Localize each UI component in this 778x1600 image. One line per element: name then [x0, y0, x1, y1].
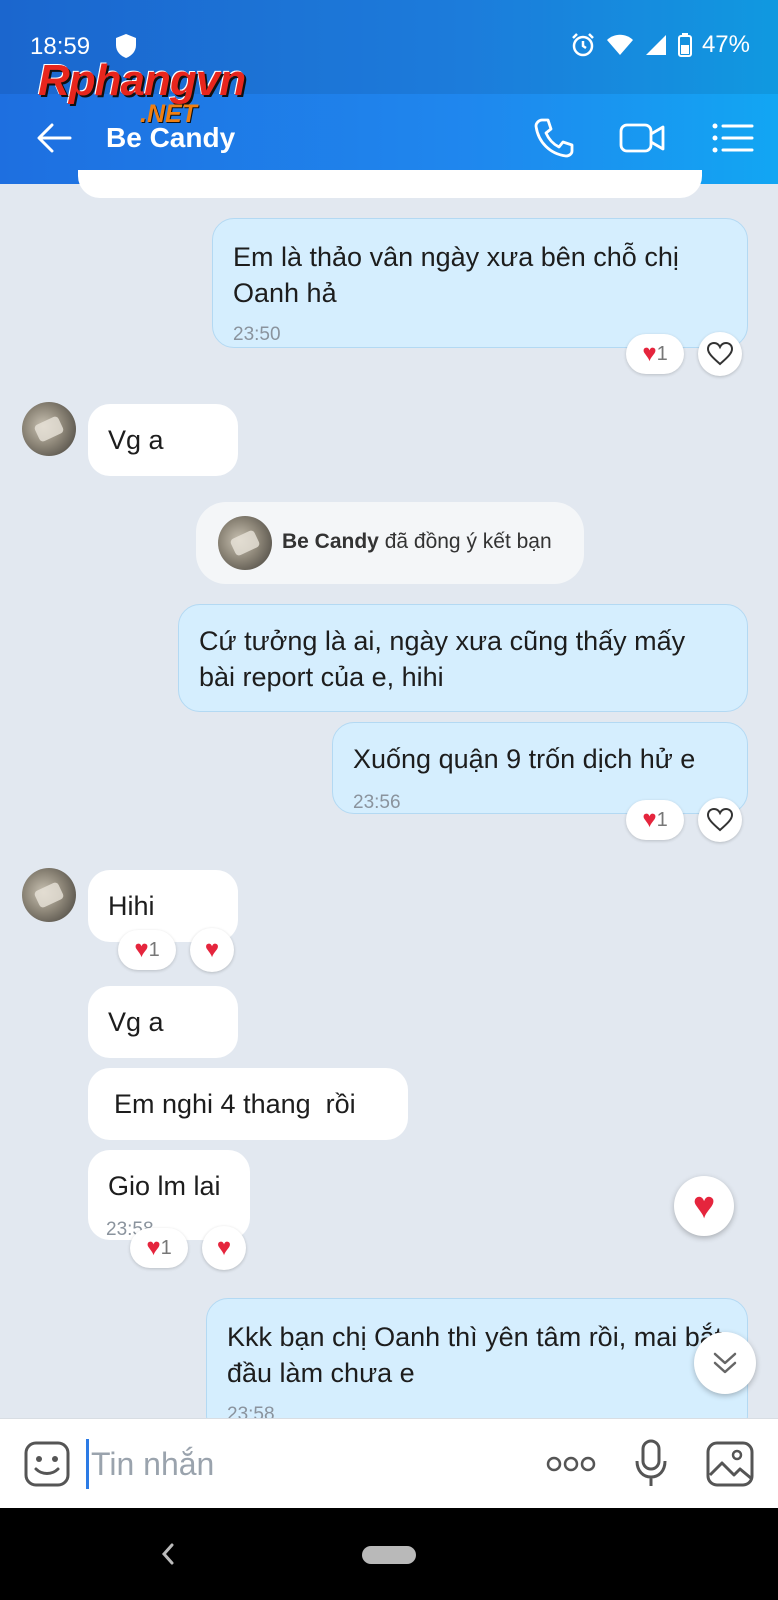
- react-button[interactable]: [698, 332, 742, 376]
- signal-icon: [645, 35, 666, 55]
- reaction-badge[interactable]: ♥ 1: [626, 800, 684, 840]
- more-options-icon[interactable]: [546, 1453, 596, 1475]
- contact-avatar[interactable]: [22, 402, 76, 456]
- heart-icon: ♥: [204, 936, 220, 963]
- image-gallery-icon[interactable]: [706, 1441, 754, 1487]
- message-text: Gio lm lai: [108, 1171, 221, 1201]
- system-navigation-bar: [0, 1508, 778, 1600]
- message-time: 23:56: [353, 792, 401, 813]
- reaction-badge[interactable]: ♥ 1: [626, 334, 684, 374]
- home-pill[interactable]: [362, 1546, 416, 1564]
- message-text: Vg a: [108, 425, 164, 455]
- message-text: Em là thảo vân ngày xưa bên chỗ chị Oanh…: [233, 242, 679, 308]
- scroll-to-bottom-button[interactable]: [694, 1332, 756, 1394]
- chat-title[interactable]: Be Candy: [106, 122, 235, 154]
- top-bar: 18:59 47% Rphangvn .NET Be Candy: [0, 0, 778, 184]
- message-bubble-received[interactable]: Vg a: [88, 986, 238, 1058]
- react-button[interactable]: ♥: [190, 928, 234, 972]
- message-text: Hihi: [108, 891, 155, 921]
- video-call-icon[interactable]: [618, 114, 666, 162]
- message-text: Cứ tưởng là ai, ngày xưa cũng thấy mấy b…: [199, 626, 686, 692]
- quick-heart-button[interactable]: ♥: [674, 1176, 734, 1236]
- phone-call-icon[interactable]: [530, 114, 578, 162]
- reaction-badge[interactable]: ♥ 1: [130, 1228, 188, 1268]
- message-text: Xuống quận 9 trốn dịch hử e: [353, 744, 696, 774]
- battery-level: 47%: [701, 31, 750, 58]
- reaction-count: 1: [160, 1236, 172, 1259]
- message-input-bar: [0, 1418, 778, 1508]
- alarm-icon: [572, 33, 594, 57]
- message-text: Kkk bạn chị Oanh thì yên tâm rồi, mai bắ…: [227, 1322, 723, 1388]
- heart-outline-icon: [707, 342, 733, 366]
- partial-message-bubble: [78, 170, 702, 198]
- microphone-icon[interactable]: [634, 1439, 668, 1489]
- double-chevron-down-icon: [713, 1352, 737, 1374]
- heart-icon: ♥: [692, 1185, 716, 1227]
- reaction-count: 1: [148, 938, 160, 961]
- heart-icon: ♥: [216, 1234, 232, 1261]
- heart-icon: ♥: [642, 806, 657, 833]
- battery-icon: [677, 33, 692, 57]
- message-bubble-sent[interactable]: Kkk bạn chị Oanh thì yên tâm rồi, mai bắ…: [206, 1298, 748, 1438]
- message-input[interactable]: [86, 1439, 526, 1489]
- heart-icon: ♥: [642, 340, 657, 367]
- heart-icon: ♥: [146, 1234, 161, 1261]
- contact-avatar[interactable]: [22, 868, 76, 922]
- react-button[interactable]: ♥: [202, 1226, 246, 1270]
- message-bubble-sent[interactable]: Xuống quận 9 trốn dịch hử e 23:56: [332, 722, 748, 814]
- contact-avatar[interactable]: [218, 516, 272, 570]
- nav-back-icon[interactable]: [160, 1542, 176, 1566]
- heart-outline-icon: [707, 808, 733, 832]
- friend-accepted-notice: Be Candy đã đồng ý kết bạn: [196, 502, 584, 584]
- message-bubble-received[interactable]: Em nghi 4 thang rồi: [88, 1068, 408, 1140]
- message-text: Vg a: [108, 1007, 164, 1037]
- reaction-count: 1: [656, 808, 668, 831]
- message-text: Em nghi 4 thang rồi: [114, 1089, 356, 1119]
- back-arrow-icon[interactable]: [34, 118, 74, 158]
- menu-list-icon[interactable]: [708, 114, 756, 162]
- sticker-emoji-icon[interactable]: [24, 1441, 70, 1487]
- status-icons: 47%: [570, 31, 750, 59]
- react-button[interactable]: [698, 798, 742, 842]
- reaction-count: 1: [656, 342, 668, 365]
- message-bubble-sent[interactable]: Cứ tưởng là ai, ngày xưa cũng thấy mấy b…: [178, 604, 748, 712]
- notice-text: đã đồng ý kết bạn: [384, 530, 552, 553]
- message-time: 23:50: [233, 324, 281, 345]
- message-bubble-sent[interactable]: Em là thảo vân ngày xưa bên chỗ chị Oanh…: [212, 218, 748, 348]
- reaction-badge[interactable]: ♥ 1: [118, 930, 176, 970]
- heart-icon: ♥: [134, 936, 149, 963]
- wifi-icon: [606, 34, 633, 55]
- message-bubble-received[interactable]: Vg a: [88, 404, 238, 476]
- notice-name: Be Candy: [282, 530, 379, 553]
